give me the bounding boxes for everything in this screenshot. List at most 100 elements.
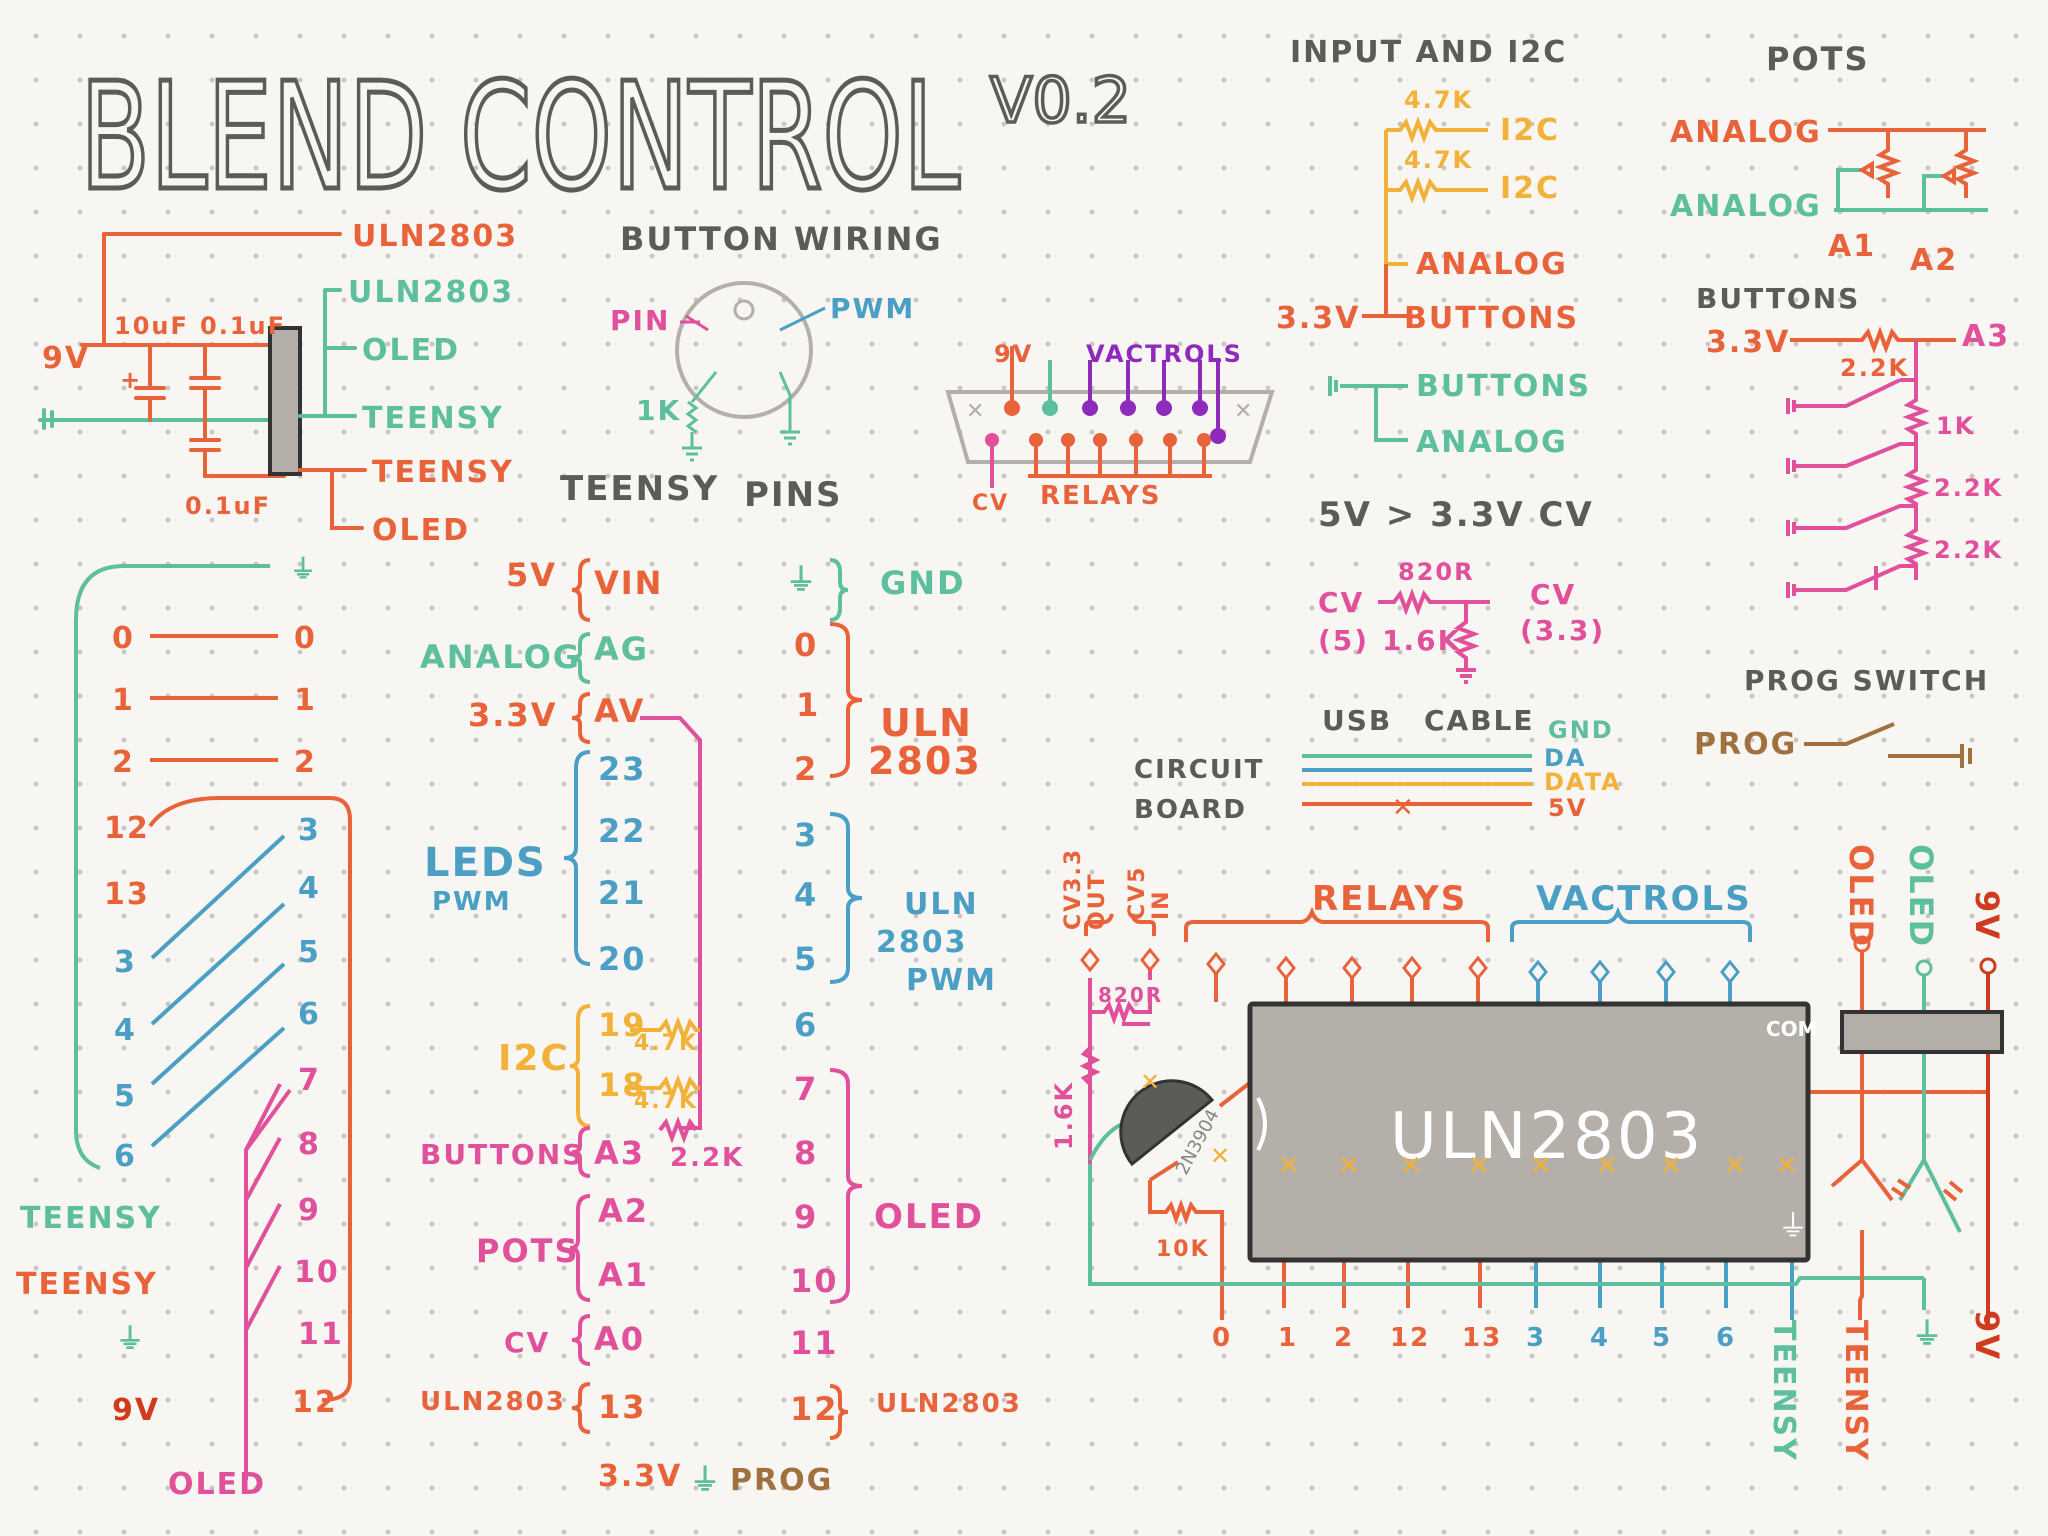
circuit-board-section: ULN2803 COM ✕ ✕ ✕ ✕ ✕ ✕ ✕ ✕ ✕ ⏚ 2N3904 ✕ ✕ REL… [1050, 844, 2006, 1462]
teensy-pins-title-1: TEENSY [560, 469, 719, 509]
pin-lbl-buttons: BUTTONS [420, 1138, 584, 1171]
cv-in-label: CV [1318, 586, 1364, 619]
pin-av: AV [594, 692, 645, 730]
usb-cable-title: CABLE [1424, 704, 1535, 737]
map-left-pin: 2 [112, 745, 135, 780]
cv-33-label: (3.3) [1520, 614, 1605, 647]
board-label: BOARD [1134, 795, 1247, 825]
board-9v-top: 9V [1968, 890, 2006, 941]
map-left-pin: 12 [104, 811, 150, 846]
pin-lbl-5v: 5V [506, 556, 557, 594]
button-wiring-title: BUTTON WIRING [620, 220, 943, 258]
tp-right-pin: 6 [794, 1006, 818, 1044]
buttons-ladder-title: BUTTONS [1696, 282, 1860, 315]
map-left-pin: 13 [104, 877, 150, 912]
pin-lbl-cv: CV [504, 1326, 550, 1359]
pin-vin: VIN [594, 564, 663, 602]
button-pwm-label: PWM [830, 292, 915, 325]
uln2803-label-teal: ULN2803 [348, 275, 514, 310]
svg-text:✕: ✕ [1392, 793, 1414, 823]
map-right-pin: 0 [294, 621, 317, 656]
cv5-in-label-2: IN [1149, 889, 1174, 920]
map-left-pin: 4 [114, 1013, 137, 1048]
version-label: V0.2 [990, 64, 1131, 137]
power-section [38, 232, 367, 530]
connector-map-left-pins: 0 1 2 12 13 3 4 5 6 [104, 621, 150, 1174]
button-resistor-label: 1K [636, 394, 681, 427]
svg-text:⏚: ⏚ [1778, 1209, 1808, 1244]
cap-01uf-label: 0.1uF [200, 312, 286, 340]
bottom-prog-label: PROG [730, 1463, 833, 1498]
pots-group-label: POTS [476, 1232, 580, 1270]
i2c-label-1: I2C [1500, 113, 1560, 148]
pots-section: POTS ANALOG ANALOG A1 A2 [1670, 40, 1988, 278]
teensy-pins-title-2: PINS [744, 475, 843, 515]
oled-label-orange: OLED [372, 513, 470, 548]
tp-right-pin: 3 [794, 816, 818, 854]
ladder-r3-label: 2.2K [1934, 474, 2003, 502]
i2c-r47-b: 4.7K [634, 1089, 698, 1114]
map-teensy-teal: TEENSY [20, 1201, 162, 1236]
cv33-out-label-2: OUT [1085, 872, 1110, 930]
pin-ag: AG [594, 630, 649, 668]
map-right-pin: 5 [298, 935, 321, 970]
buttons-r22: 2.2K [670, 1143, 744, 1173]
button-led [733, 299, 755, 321]
usb-title: USB [1322, 704, 1392, 737]
uln-pwm-group-1: ULN [904, 887, 979, 922]
svg-text:✕: ✕ [1776, 1151, 1798, 1181]
button-pin-label: PIN [610, 304, 670, 337]
svg-text:✕: ✕ [966, 399, 984, 424]
map-9v-label: 9V [112, 1393, 160, 1428]
nine-volt-label: 9V [42, 341, 90, 376]
usb-data-label: DATA [1544, 768, 1622, 796]
svg-text:✕: ✕ [1468, 1151, 1490, 1181]
cv-16k-label: 1.6K [1382, 624, 1461, 657]
uln-pwm-group-2: 2803 [876, 925, 968, 960]
board-820r-label: 820R [1098, 983, 1163, 1007]
svg-text:✕: ✕ [1724, 1151, 1746, 1181]
pin-lbl-3v3: 3.3V [468, 696, 557, 734]
svg-text:⏚: ⏚ [690, 1463, 722, 1498]
map-right-pin: 9 [298, 1193, 321, 1228]
leds-label: LEDS [424, 840, 547, 886]
tp-right-pin: 1 [796, 686, 820, 724]
svg-text:✕: ✕ [1140, 1068, 1160, 1096]
board-teensy-teal: TEENSY [1766, 1320, 1801, 1462]
chip-com-label: COM [1766, 1017, 1818, 1041]
ladder-r4-label: 2.2K [1934, 536, 2003, 564]
map-right-pin: 4 [298, 871, 321, 906]
input-i2c-section: INPUT AND I2C 4.7K 4.7K I2C I2C ANALOG 3… [1276, 35, 1589, 460]
svg-text:⏚: ⏚ [786, 563, 818, 598]
map-right-pin: 8 [298, 1127, 321, 1162]
board-bottom-pin: 12 [1390, 1323, 1430, 1353]
uln-bottom-label: ULN2803 [876, 1389, 1022, 1419]
map-oled-label: OLED [168, 1467, 266, 1502]
usb-gnd-label: GND [1548, 716, 1614, 744]
board-bottom-pin: 6 [1716, 1323, 1736, 1353]
svg-text:⏚: ⏚ [290, 555, 318, 585]
svg-text:✕: ✕ [1338, 1151, 1360, 1181]
board-bottom-pin: 2 [1334, 1323, 1354, 1353]
pin-a0: A0 [594, 1320, 645, 1358]
prog-switch-title: PROG SWITCH [1744, 664, 1989, 697]
svg-text:✕: ✕ [1400, 1151, 1422, 1181]
schematic-sheet: BLEND CONTROL V0.2 ULN2803 ULN2803 OLED … [16, 35, 2008, 1502]
pin-13: 13 [598, 1388, 647, 1426]
button-wiring-section: BUTTON WIRING PIN PWM 1K [610, 220, 943, 462]
ladder-r2-label: 1K [1936, 412, 1975, 440]
board-16k-label: 1.6K [1050, 1081, 1078, 1150]
ladder-3v3-label: 3.3V [1706, 325, 1790, 360]
cv-5v-label: (5) [1318, 624, 1369, 657]
map-teensy-orange: TEENSY [16, 1267, 158, 1302]
connector-vactrols-label: VACTROLS [1086, 340, 1243, 368]
bottom-3v3-label: 3.3V [598, 1459, 682, 1494]
input-buttons-label: BUTTONS [1404, 301, 1579, 336]
pin-22: 22 [598, 812, 647, 850]
cap-plus-label: + [120, 366, 142, 394]
relay-connector-section: ✕ ✕ 9V VACTROLS CV RELAYS [945, 340, 1275, 516]
svg-text:✕: ✕ [1234, 399, 1252, 424]
uln2803-label-top: ULN2803 [352, 219, 518, 254]
gnd-label: GND [880, 564, 966, 602]
uln-group-2: 2803 [868, 739, 982, 783]
